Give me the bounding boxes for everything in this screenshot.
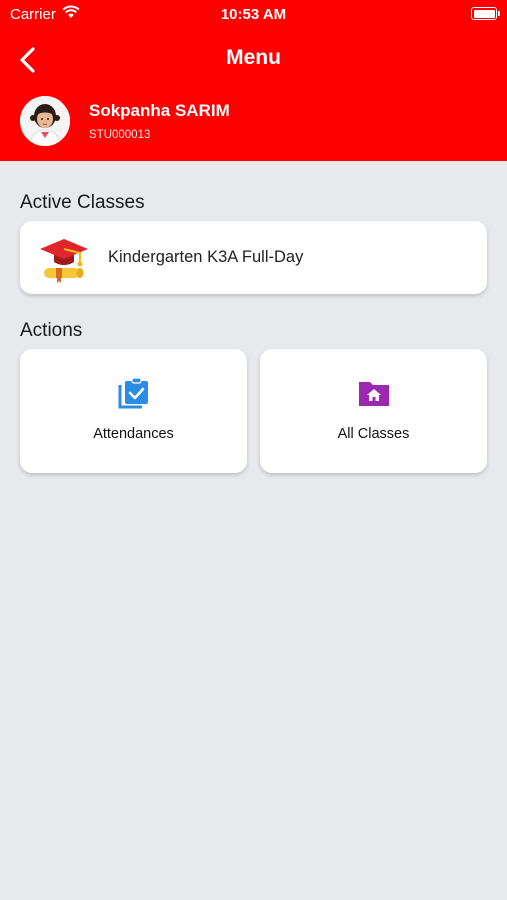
user-name: Sokpanha SARIM [89, 101, 230, 120]
all-classes-button[interactable]: All Classes [260, 349, 487, 473]
class-card[interactable]: Kindergarten K3A Full-Day [20, 221, 487, 294]
status-time: 10:53 AM [220, 6, 287, 23]
actions-title: Actions [20, 320, 83, 341]
active-classes-title: Active Classes [20, 192, 145, 213]
status-bar: Carrier 10:53 AM [0, 0, 507, 28]
attendances-label: Attendances [93, 426, 174, 442]
student-photo [20, 96, 70, 146]
app-header: Carrier 10:53 AM Menu Sokpanha SARIM STU… [0, 0, 507, 161]
attendances-button[interactable]: Attendances [20, 349, 247, 473]
clipboard-check-icon [118, 377, 148, 409]
all-classes-label: All Classes [337, 426, 410, 442]
folder-home-icon [359, 382, 389, 406]
class-label: Kindergarten K3A Full-Day [108, 248, 304, 266]
user-id: STU000013 [89, 129, 151, 141]
avatar[interactable] [20, 96, 70, 146]
battery-icon [471, 7, 500, 20]
graduation-cap-icon [40, 239, 88, 283]
page-title: Menu [226, 46, 281, 69]
